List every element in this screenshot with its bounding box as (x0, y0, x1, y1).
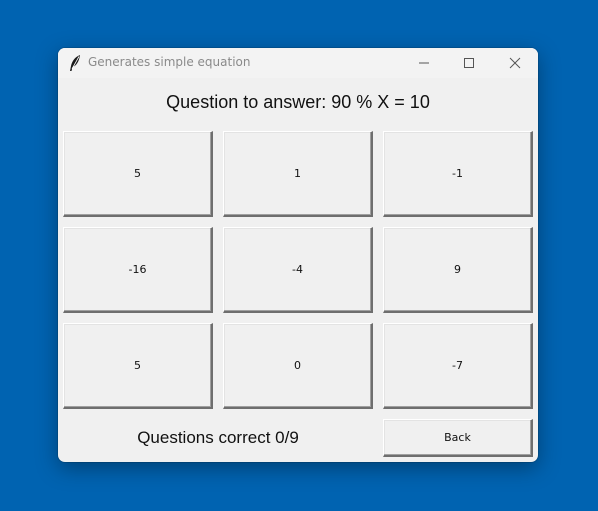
answer-button-3[interactable]: -1 (383, 131, 533, 217)
score-label: Questions correct 0/9 (137, 428, 299, 447)
feather-icon (68, 54, 82, 72)
answer-button-5[interactable]: -4 (223, 227, 373, 313)
answer-button-7[interactable]: 5 (63, 323, 213, 409)
app-window: Generates simple equation Question to an… (58, 48, 538, 462)
close-button[interactable] (492, 48, 538, 78)
minimize-button[interactable] (401, 48, 447, 78)
maximize-icon (463, 57, 475, 69)
window-title: Generates simple equation (88, 55, 251, 69)
answer-button-4[interactable]: -16 (63, 227, 213, 313)
answer-button-9[interactable]: -7 (383, 323, 533, 409)
title-bar[interactable]: Generates simple equation (58, 48, 538, 78)
close-icon (509, 57, 521, 69)
minimize-icon (418, 57, 430, 69)
answer-button-6[interactable]: 9 (383, 227, 533, 313)
back-button[interactable]: Back (383, 419, 533, 457)
question-label: Question to answer: 90 % X = 10 (166, 92, 430, 112)
maximize-button[interactable] (446, 48, 492, 78)
answer-button-8[interactable]: 0 (223, 323, 373, 409)
answer-button-1[interactable]: 5 (63, 131, 213, 217)
answer-button-2[interactable]: 1 (223, 131, 373, 217)
